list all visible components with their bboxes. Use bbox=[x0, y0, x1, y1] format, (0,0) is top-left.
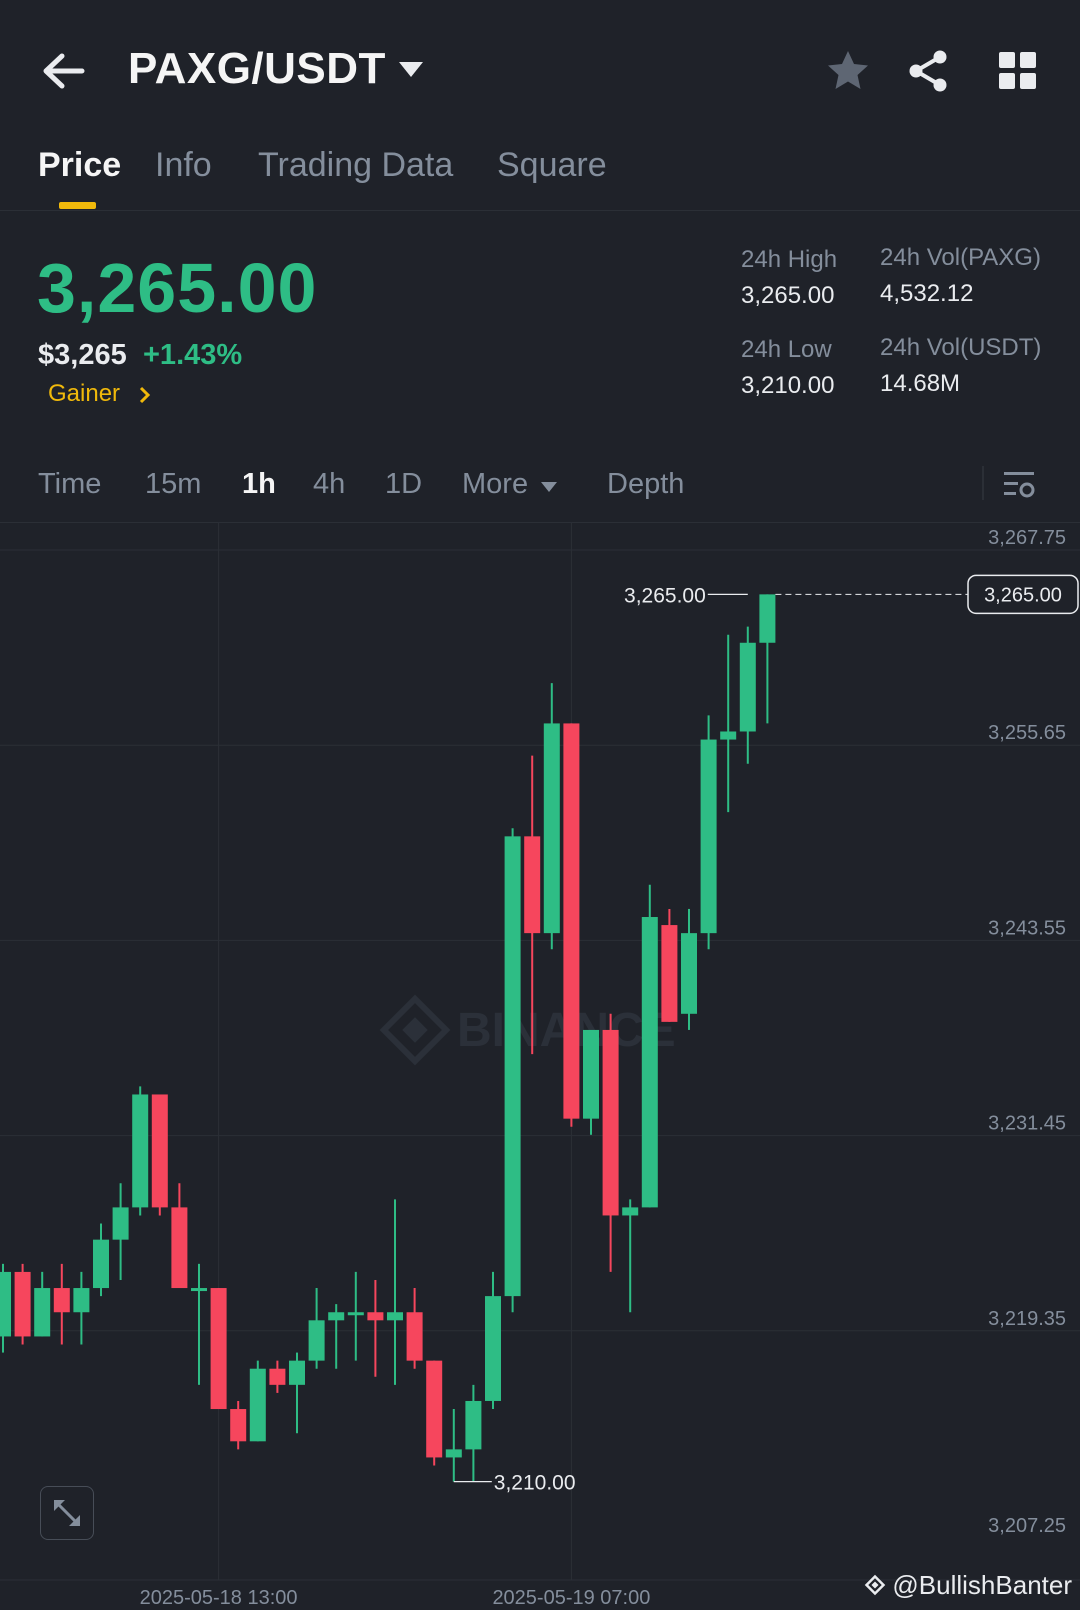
candle-body bbox=[622, 1207, 639, 1216]
interval-more[interactable]: More bbox=[462, 468, 528, 501]
stat-24h-vol-base-label: 24h Vol(PAXG) bbox=[880, 244, 1041, 271]
candle-body bbox=[347, 1312, 364, 1316]
expand-icon bbox=[54, 1500, 80, 1526]
price-change-percent: +1.43% bbox=[143, 339, 243, 371]
tab-bar: Price Info Trading Data Square bbox=[0, 140, 1080, 211]
candle-body bbox=[641, 917, 658, 1208]
grid-icon[interactable] bbox=[995, 48, 1041, 94]
candle-body bbox=[759, 594, 776, 643]
candle-body bbox=[171, 1207, 188, 1289]
candle-body bbox=[132, 1094, 149, 1208]
stat-24h-high-value: 3,265.00 bbox=[741, 282, 835, 309]
low-marker-label: 3,210.00 bbox=[494, 1472, 576, 1495]
interval-divider bbox=[982, 466, 984, 500]
candle-body bbox=[661, 925, 678, 1022]
binance-watermark: BINANCE bbox=[379, 994, 676, 1066]
x-tick-label: 2025-05-19 07:00 bbox=[492, 1587, 650, 1609]
x-tick-label: 2025-05-18 13:00 bbox=[140, 1587, 298, 1609]
candlestick-chart[interactable]: BINANCE 3,265.00 3,210.00 3,265.00 3,267.7… bbox=[0, 522, 1080, 1610]
candle-body bbox=[602, 1029, 619, 1216]
interval-time[interactable]: Time bbox=[38, 468, 101, 501]
y-tick-label: 3,207.25 bbox=[988, 1515, 1066, 1537]
candle-body bbox=[328, 1312, 345, 1321]
candle-body bbox=[14, 1271, 31, 1337]
candle-body bbox=[289, 1360, 305, 1385]
candle-body bbox=[485, 1296, 501, 1401]
candle-body bbox=[73, 1288, 90, 1313]
active-tab-indicator bbox=[59, 202, 96, 209]
stat-24h-vol-quote-label: 24h Vol(USDT) bbox=[880, 334, 1042, 361]
tab-trading-data[interactable]: Trading Data bbox=[258, 146, 453, 185]
top-bar: PAXG/USDT bbox=[0, 0, 1080, 140]
star-icon[interactable] bbox=[825, 48, 871, 94]
y-axis: 3,267.75 3,255.65 3,243.55 3,231.45 3,219.35… bbox=[988, 527, 1066, 1537]
candle-body bbox=[465, 1400, 482, 1450]
more-caret-icon[interactable] bbox=[540, 480, 558, 494]
candle-body bbox=[720, 731, 737, 740]
last-price: 3,265.00 bbox=[37, 249, 318, 327]
credit-watermark: @BullishBanter bbox=[862, 1570, 1072, 1601]
chart-settings-icon[interactable] bbox=[1002, 466, 1036, 502]
candle-body bbox=[112, 1207, 129, 1240]
candle-body bbox=[583, 1029, 599, 1119]
y-tick-label: 3,243.55 bbox=[988, 917, 1066, 939]
tab-square[interactable]: Square bbox=[497, 146, 607, 185]
interval-1d[interactable]: 1D bbox=[385, 468, 422, 501]
candle-body bbox=[191, 1288, 207, 1292]
candle-body bbox=[230, 1409, 247, 1442]
candle-body bbox=[543, 723, 560, 934]
candle-body bbox=[681, 933, 697, 1014]
candle-body bbox=[524, 836, 541, 934]
candle-body bbox=[269, 1368, 286, 1385]
high-marker-label: 3,265.00 bbox=[624, 584, 706, 607]
gainer-tag[interactable]: Gainer bbox=[48, 380, 120, 408]
interval-15m[interactable]: 15m bbox=[145, 468, 201, 501]
interval-1h[interactable]: 1h bbox=[242, 468, 276, 501]
y-tick-label: 3,267.75 bbox=[988, 527, 1066, 549]
candle-body bbox=[700, 739, 717, 934]
stat-24h-low-label: 24h Low bbox=[741, 336, 832, 363]
y-tick-label: 3,255.65 bbox=[988, 722, 1066, 744]
interval-depth[interactable]: Depth bbox=[607, 468, 684, 501]
tab-price[interactable]: Price bbox=[38, 146, 121, 185]
candle-body bbox=[445, 1449, 462, 1458]
candle-body bbox=[308, 1320, 325, 1361]
share-icon[interactable] bbox=[905, 48, 951, 94]
y-tick-label: 3,219.35 bbox=[988, 1308, 1066, 1330]
stat-24h-high-label: 24h High bbox=[741, 246, 838, 273]
interval-bar: Time 15m 1h 4h 1D More Depth bbox=[0, 448, 1080, 523]
caret-down-icon[interactable] bbox=[396, 58, 426, 82]
candle-body bbox=[739, 642, 756, 732]
x-axis: 2025-05-18 13:00 2025-05-19 07:00 bbox=[140, 1587, 651, 1609]
interval-4h[interactable]: 4h bbox=[313, 468, 345, 501]
fiat-price: $3,265 bbox=[38, 339, 127, 371]
chevron-right-icon[interactable] bbox=[138, 385, 152, 405]
candle-body bbox=[426, 1360, 443, 1458]
stat-24h-low-value: 3,210.00 bbox=[741, 372, 835, 399]
pair-title[interactable]: PAXG/USDT bbox=[128, 44, 386, 94]
candle-body bbox=[406, 1312, 423, 1361]
tab-info[interactable]: Info bbox=[155, 146, 212, 185]
stat-24h-vol-base-value: 4,532.12 bbox=[880, 280, 974, 307]
candle-body bbox=[53, 1288, 70, 1313]
fullscreen-button[interactable] bbox=[40, 1486, 94, 1540]
candle-body bbox=[387, 1312, 403, 1321]
candle-body bbox=[0, 1271, 11, 1337]
stat-24h-vol-quote-value: 14.68M bbox=[880, 370, 961, 397]
candle-body bbox=[367, 1312, 384, 1321]
back-arrow-icon[interactable] bbox=[38, 48, 88, 94]
candle-body bbox=[504, 836, 521, 1297]
candle-body bbox=[34, 1288, 51, 1337]
candle-body bbox=[93, 1239, 109, 1289]
candle-body bbox=[151, 1094, 168, 1208]
candle-body bbox=[210, 1288, 227, 1410]
candle-body bbox=[249, 1368, 266, 1442]
candle-body bbox=[563, 723, 580, 1119]
binance-logo-icon bbox=[865, 1574, 886, 1596]
last-price-tag-label: 3,265.00 bbox=[984, 584, 1062, 606]
y-tick-label: 3,231.45 bbox=[988, 1113, 1066, 1135]
credit-text: @BullishBanter bbox=[892, 1570, 1072, 1600]
